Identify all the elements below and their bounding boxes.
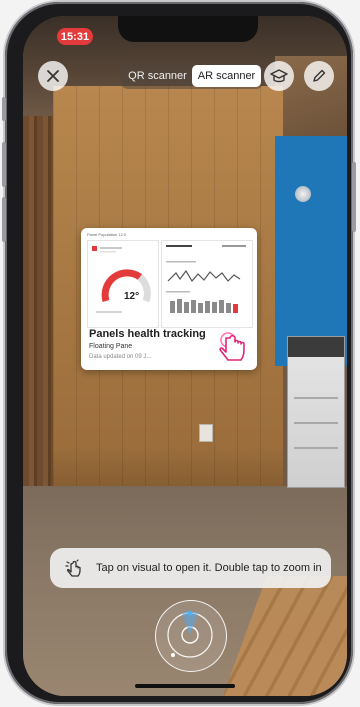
gauge-chart [92, 246, 151, 313]
hint-toast: Tap on visual to open it. Double tap to … [50, 548, 331, 588]
radar-icon [166, 610, 213, 658]
floating-visual-card[interactable]: Panel Population 12.0 12° Panels health … [81, 228, 257, 370]
graduation-cap-icon [270, 69, 288, 83]
tab-qr-scanner[interactable]: QR scanner [123, 65, 192, 87]
ceiling-lamp [295, 186, 311, 202]
card-subtitle: Floating Pane [89, 343, 133, 350]
chart-tile [161, 240, 253, 328]
card-header: Panel Population 12.0 [87, 232, 127, 237]
hint-text: Tap on visual to open it. Double tap to … [96, 562, 322, 574]
card-title: Panels health tracking [89, 328, 206, 340]
tap-gesture-icon [62, 559, 86, 577]
card-date: Data updated on 09 J... [89, 354, 152, 360]
notch [118, 16, 258, 42]
scanner-mode-toggle[interactable]: QR scanner AR scanner [121, 63, 263, 89]
volume-down-button [2, 197, 6, 242]
office-printer [287, 336, 345, 488]
learn-button[interactable] [264, 61, 294, 91]
phone-frame: 15:31 QR scanner AR scanner Panel Popula… [2, 2, 356, 704]
power-button [352, 162, 356, 232]
tab-ar-scanner[interactable]: AR scanner [192, 65, 261, 87]
pencil-icon [313, 69, 326, 82]
blue-wall [275, 136, 347, 366]
wall-outlet [199, 424, 213, 442]
close-icon [47, 70, 59, 82]
mini-charts [166, 245, 246, 313]
status-time: 15:31 [57, 28, 93, 45]
home-indicator [135, 684, 235, 688]
ar-camera-view[interactable]: 15:31 QR scanner AR scanner Panel Popula… [23, 16, 347, 696]
volume-up-button [2, 142, 6, 187]
edit-button[interactable] [304, 61, 334, 91]
close-button[interactable] [38, 61, 68, 91]
hand-pointer-icon [219, 332, 245, 361]
radar-indicator[interactable] [155, 600, 227, 672]
gauge-tile: 12° [87, 240, 159, 328]
gauge-value: 12° [124, 291, 140, 302]
side-button [2, 97, 6, 121]
